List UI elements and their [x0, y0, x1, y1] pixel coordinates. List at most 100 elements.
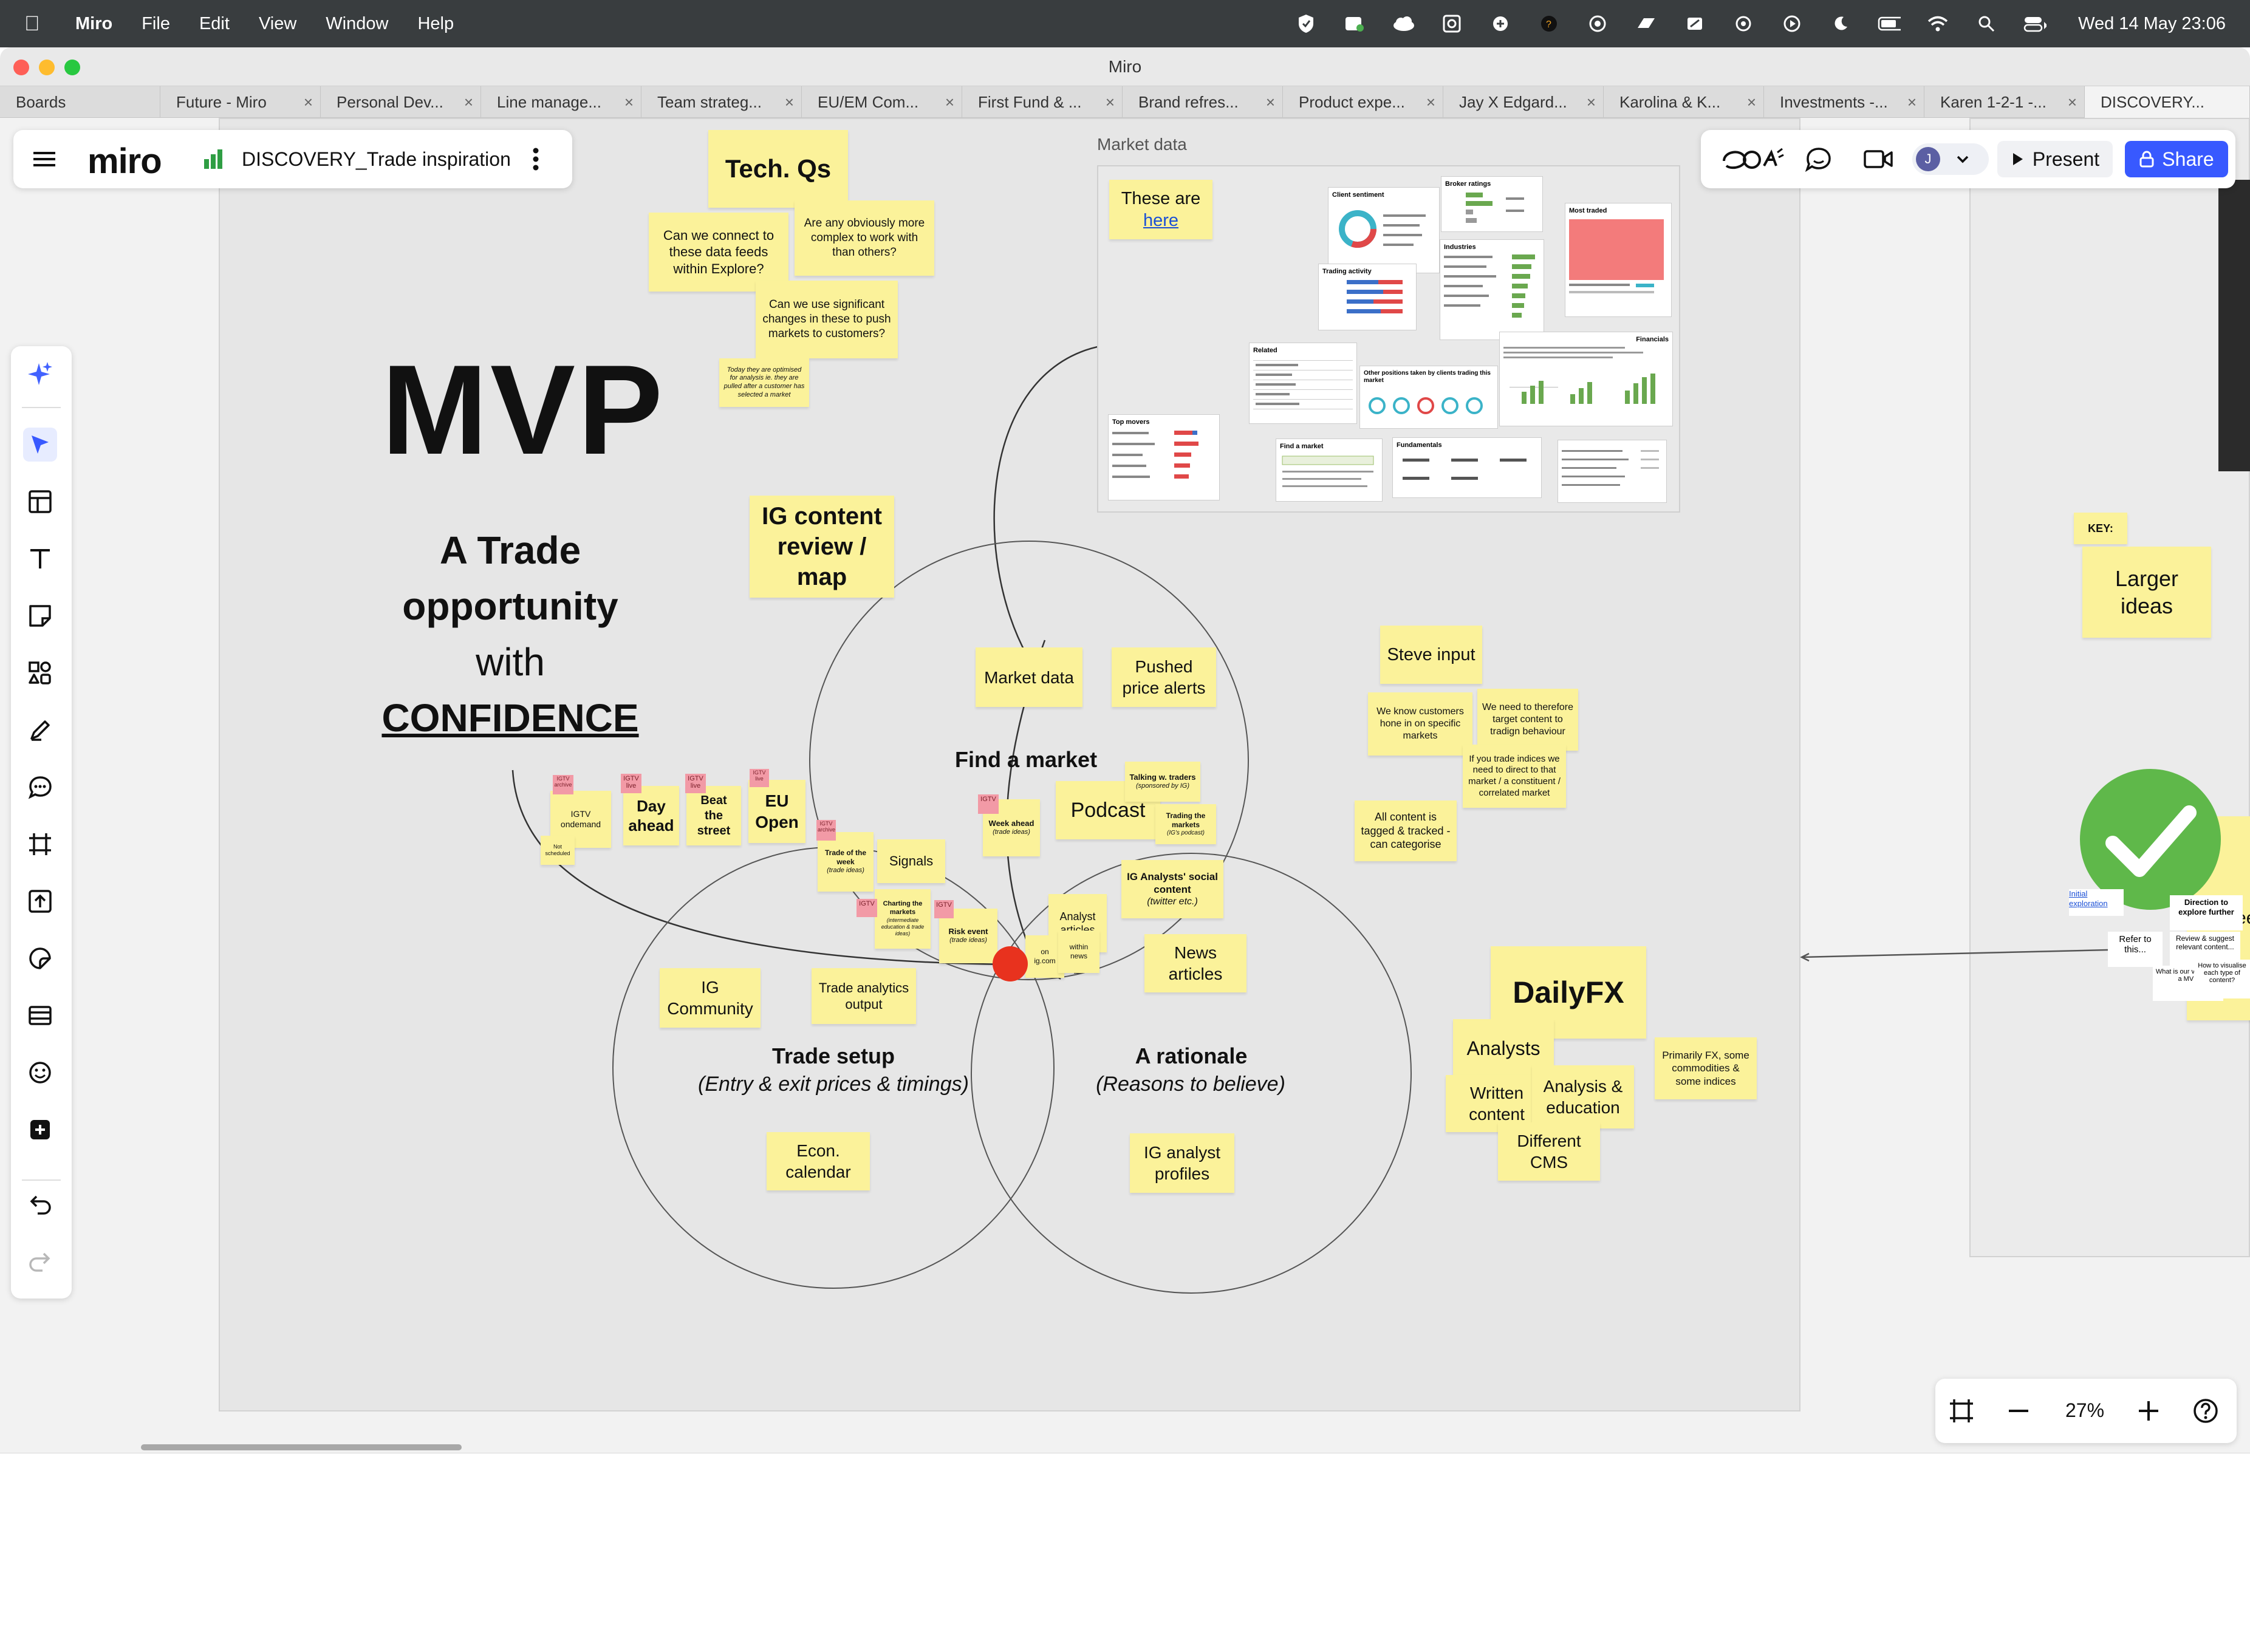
card-find-market[interactable]: Find a market [1276, 439, 1383, 502]
menu-app-name[interactable]: Miro [75, 14, 112, 34]
shield-icon[interactable] [1294, 14, 1318, 33]
avatar-dropdown[interactable]: J [1912, 143, 1989, 175]
card-other-positions[interactable]: Other positions taken by clients trading… [1359, 366, 1498, 429]
templates-icon[interactable] [23, 485, 57, 519]
close-icon[interactable]: × [304, 93, 313, 112]
frame-icon[interactable] [23, 827, 57, 861]
sticky-trade-analytics[interactable]: Trade analytics output [812, 968, 916, 1024]
tag-igtv[interactable]: IGTV archive [816, 820, 836, 841]
sticky-note[interactable]: Are any obviously more complex to work w… [795, 200, 934, 276]
sticky-note[interactable]: If you trade indices we need to direct t… [1463, 745, 1566, 808]
close-icon[interactable]: × [464, 93, 473, 112]
sticky-pushed-alerts[interactable]: Pushed price alerts [1112, 647, 1216, 707]
table-icon[interactable] [23, 998, 57, 1032]
sticky-note[interactable]: Can we use significant changes in these … [756, 281, 898, 358]
apple-icon[interactable]:  [24, 12, 46, 36]
tab-board[interactable]: Future - Miro × [160, 86, 321, 118]
tag-igtv[interactable]: IGTV [934, 900, 954, 918]
sticky-charting-markets[interactable]: Charting the markets (intermediate educa… [875, 889, 931, 949]
tab-board[interactable]: Team strateg... × [641, 86, 802, 118]
pen-tablet-icon[interactable] [1683, 14, 1706, 33]
board-canvas[interactable]: MVP A Trade opportunity with CONFIDENCE … [0, 118, 2250, 1453]
card-broker-ratings[interactable]: Broker ratings [1441, 176, 1543, 232]
present-button[interactable]: Present [1997, 141, 2113, 177]
search-icon[interactable] [1975, 14, 1998, 33]
menu-file[interactable]: File [142, 14, 170, 34]
sticky-trading-markets[interactable]: Trading the markets (IG's podcast) [1155, 804, 1216, 844]
stickers-icon[interactable] [23, 941, 57, 975]
card-trading-activity[interactable]: Trading activity [1318, 264, 1417, 330]
battery-icon[interactable] [1878, 14, 1901, 33]
chat-icon[interactable] [1804, 146, 1833, 172]
sticky-ig-content[interactable]: IG content review / map [750, 496, 894, 598]
avatar[interactable]: J [1916, 147, 1940, 171]
tab-board[interactable]: Personal Dev... × [321, 86, 481, 118]
tag-igtv[interactable]: IGTV live [750, 769, 769, 787]
card-direction[interactable]: Direction to explore further [2170, 895, 2243, 930]
reactions-icon[interactable] [1719, 143, 1786, 175]
tag-igtv[interactable]: IGTV [857, 899, 877, 917]
menu-view[interactable]: View [259, 14, 296, 34]
outlook-icon[interactable] [1440, 14, 1463, 33]
zoom-out-icon[interactable] [2003, 1396, 2034, 1426]
here-link[interactable]: here [1143, 210, 1178, 231]
comment-icon[interactable] [23, 770, 57, 804]
tab-board[interactable]: First Fund & ... × [962, 86, 1123, 118]
tab-board-active[interactable]: DISCOVERY... [2085, 86, 2250, 118]
video-call-icon[interactable] [1862, 147, 1894, 171]
sticky-note-icon[interactable] [23, 599, 57, 633]
card-refer[interactable]: Refer to this... [2108, 932, 2163, 967]
card-news-list[interactable] [1558, 440, 1667, 503]
drive-icon[interactable] [1635, 14, 1658, 33]
sticky-signals[interactable]: Signals [877, 839, 945, 883]
sticky-analysis-education[interactable]: Analysis & education [1532, 1065, 1634, 1128]
sticky-steve-input[interactable]: Steve input [1380, 626, 1482, 684]
tab-board[interactable]: EU/EM Com... × [802, 86, 962, 118]
sticky-larger-ideas[interactable]: Larger ideas [2082, 547, 2211, 638]
card-how-to[interactable]: How to visualise each type of content? [2194, 960, 2250, 998]
card-fundamentals[interactable]: Fundamentals [1392, 437, 1542, 498]
menu-edit[interactable]: Edit [199, 14, 230, 34]
sticky-market-data[interactable]: Market data [976, 647, 1082, 707]
sticky-ig-community[interactable]: IG Community [660, 968, 761, 1028]
tag-igtv[interactable]: IGTV [978, 794, 999, 814]
sticky-note[interactable]: We need to therefore target content to t… [1477, 689, 1578, 751]
horizontal-scrollbar[interactable] [141, 1444, 462, 1450]
help-icon[interactable] [2190, 1396, 2221, 1426]
close-icon[interactable]: × [1106, 93, 1115, 112]
ai-sparkle-icon[interactable] [23, 357, 57, 391]
redo-icon[interactable] [23, 1244, 57, 1278]
moon-icon[interactable] [1829, 14, 1852, 33]
cursor-dot[interactable] [993, 946, 1028, 981]
initial-exploration-link[interactable]: Initial exploration [2069, 889, 2124, 916]
menubar-clock[interactable]: Wed 14 May 23:06 [2078, 14, 2226, 34]
sticky-note[interactable]: Primarily FX, some commodities & some in… [1655, 1037, 1757, 1099]
tab-board[interactable]: Product expe... × [1283, 86, 1443, 118]
embedded-screenshot[interactable] [2218, 180, 2250, 471]
sticky-not-scheduled[interactable]: Not scheduled [541, 836, 575, 865]
card-financials[interactable]: Financials [1499, 332, 1673, 426]
sticky-within-news[interactable]: within news [1058, 930, 1099, 973]
board-name[interactable]: DISCOVERY_Trade inspiration [242, 148, 511, 171]
sticky-note[interactable]: All content is tagged & tracked - can ca… [1355, 800, 1457, 861]
tab-board[interactable]: Karen 1-2-1 -... × [1924, 86, 2085, 118]
tab-board[interactable]: Line manage... × [481, 86, 641, 118]
sticky-econ-calendar[interactable]: Econ. calendar [767, 1132, 870, 1190]
plan-bars-icon[interactable] [203, 148, 225, 173]
pen-icon[interactable] [23, 713, 57, 747]
menu-help[interactable]: Help [417, 14, 454, 34]
tag-igtv[interactable]: IGTV live [685, 774, 706, 793]
app-icon-dark[interactable]: ? [1537, 14, 1561, 33]
sticky-note[interactable]: Today they are optimised for analysis ie… [719, 358, 809, 407]
tab-boards[interactable]: Boards [0, 86, 160, 118]
sticky-note[interactable]: We know customers hone in on specific ma… [1368, 692, 1472, 756]
fit-to-screen-icon[interactable] [1946, 1396, 1977, 1426]
emoji-icon[interactable] [23, 1056, 57, 1090]
play-icon[interactable] [1780, 14, 1804, 33]
cloud-icon[interactable] [1392, 14, 1415, 33]
close-icon[interactable]: × [1266, 93, 1275, 112]
tab-board[interactable]: Karolina & K... × [1604, 86, 1764, 118]
sticky-beat-street[interactable]: Beat the street [686, 786, 741, 845]
close-icon[interactable]: × [1587, 93, 1596, 112]
miro-logo[interactable]: miro [87, 141, 162, 182]
